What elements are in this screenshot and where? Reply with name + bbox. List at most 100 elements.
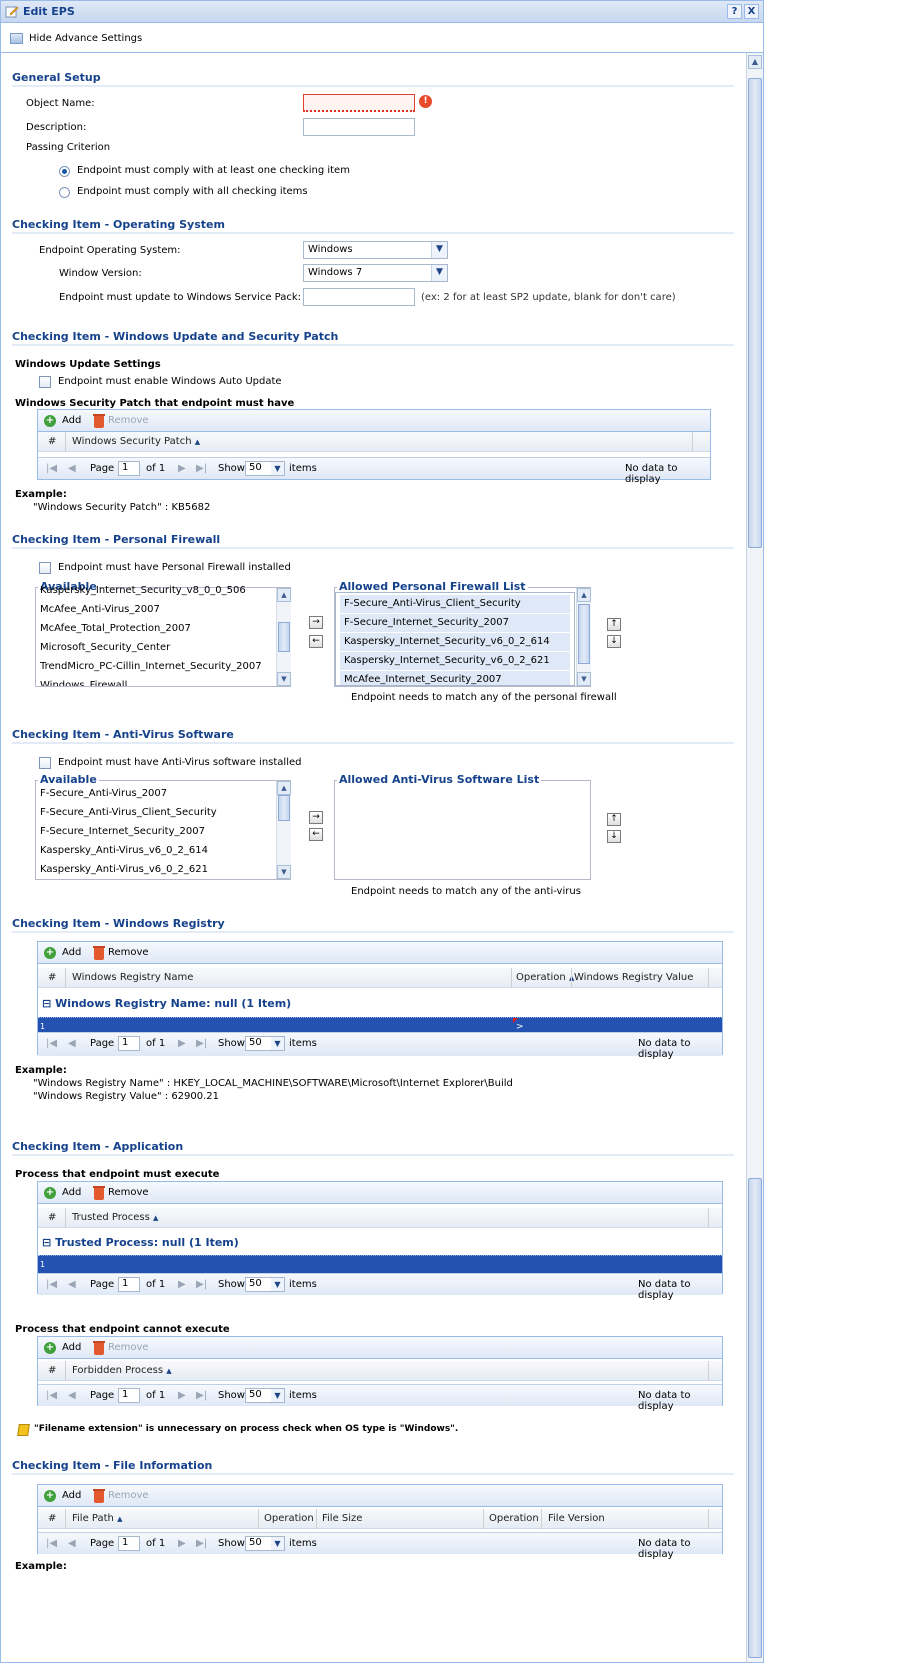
move-down-button[interactable]: ↓ [607,830,621,843]
list-item[interactable]: Kaspersky_Anti-Virus_v6_0_2_621 [36,861,276,879]
first-page-icon[interactable]: |◀ [46,1279,57,1290]
fw-available-list[interactable]: Kaspersky_Internet_Security_v8_0_0_506 Mc… [36,582,276,686]
registry-add-button[interactable]: Add [62,947,81,958]
prev-page-icon[interactable]: ◀ [68,1038,76,1049]
col-file-version[interactable]: File Version [548,1513,605,1524]
chevron-down-icon[interactable]: ▼ [431,265,447,281]
list-item[interactable]: McAfee_Internet_Security_2007 [340,671,570,685]
chevron-down-icon[interactable]: ▼ [271,1537,284,1550]
av-available-scrollbar[interactable]: ▲ ▼ [276,781,291,879]
col-trusted-process[interactable]: Trusted Process ▲ [72,1212,158,1223]
move-right-button[interactable]: → [309,811,323,824]
prev-page-icon[interactable]: ◀ [68,1279,76,1290]
chevron-down-icon[interactable]: ▼ [271,1278,284,1291]
move-left-button[interactable]: ← [309,828,323,841]
dialog-titlebar[interactable]: Edit EPS ? X [1,1,763,23]
last-page-icon[interactable]: ▶| [196,463,207,474]
col-registry-name[interactable]: Windows Registry Name [72,972,193,983]
collapse-icon[interactable]: ⊟ [42,997,51,1010]
col-operation-2[interactable]: Operation [489,1513,539,1524]
file-remove-button[interactable]: Remove [108,1490,149,1501]
hide-advance-settings-button[interactable]: Hide Advance Settings [29,33,142,44]
registry-remove-button[interactable]: Remove [108,947,149,958]
first-page-icon[interactable]: |◀ [46,463,57,474]
add-icon[interactable]: + [44,1490,56,1502]
add-icon[interactable]: + [44,415,56,427]
prev-page-icon[interactable]: ◀ [68,463,76,474]
prev-page-icon[interactable]: ◀ [68,1390,76,1401]
add-icon[interactable]: + [44,1342,56,1354]
prev-page-icon[interactable]: ◀ [68,1538,76,1549]
scrollbar-thumb[interactable] [748,78,762,548]
next-page-icon[interactable]: ▶ [178,1038,186,1049]
dialog-scrollbar[interactable]: ▲ [746,53,763,1662]
col-windows-security-patch[interactable]: Windows Security Patch ▲ [72,436,200,447]
list-item[interactable]: Kaspersky_Internet_Security_v6_0_2_614 [340,633,570,652]
first-page-icon[interactable]: |◀ [46,1390,57,1401]
col-file-size[interactable]: File Size [322,1513,362,1524]
move-down-button[interactable]: ↓ [607,635,621,648]
chevron-down-icon[interactable]: ▼ [271,1389,284,1402]
fw-available-scrollbar[interactable]: ▲ ▼ [276,588,291,686]
os-select[interactable]: Windows ▼ [303,241,448,259]
page-size-select[interactable]: 50 ▼ [245,1388,285,1403]
list-item[interactable]: Kaspersky_Internet_Security_v6_0_2_621 [340,652,570,671]
list-item[interactable]: F-Secure_Internet_Security_2007 [36,823,276,842]
scrollbar-thumb[interactable] [578,604,590,664]
scroll-down-icon[interactable]: ▼ [277,865,291,879]
list-item[interactable]: F-Secure_Anti-Virus_Client_Security [36,804,276,823]
chevron-down-icon[interactable]: ▼ [431,242,447,258]
trusted-group-header[interactable]: ⊟ Trusted Process: null (1 Item) [38,1232,722,1252]
move-right-button[interactable]: → [309,616,323,629]
chevron-down-icon[interactable]: ▼ [271,1037,284,1050]
scroll-down-icon[interactable]: ▼ [577,672,591,686]
fw-allowed-scrollbar[interactable]: ▲ ▼ [576,588,591,686]
col-forbidden-process[interactable]: Forbidden Process ▲ [72,1365,172,1376]
scroll-down-icon[interactable]: ▼ [277,672,291,686]
scrollbar-thumb-lower[interactable] [748,1178,762,1658]
forbidden-remove-button[interactable]: Remove [108,1342,149,1353]
service-pack-input[interactable] [303,288,415,306]
chevron-down-icon[interactable]: ▼ [271,462,284,475]
object-name-input[interactable] [303,94,415,112]
col-file-path[interactable]: File Path ▲ [72,1513,122,1524]
window-version-select[interactable]: Windows 7 ▼ [303,264,448,282]
page-number-input[interactable]: 1 [118,1036,140,1051]
next-page-icon[interactable]: ▶ [178,1538,186,1549]
page-number-input[interactable]: 1 [118,1277,140,1292]
page-number-input[interactable]: 1 [118,1388,140,1403]
page-size-select[interactable]: 50 ▼ [245,461,285,476]
add-icon[interactable]: + [44,1187,56,1199]
trusted-add-button[interactable]: Add [62,1187,81,1198]
settings-toggle-icon[interactable] [10,33,23,44]
move-up-button[interactable]: ↑ [607,618,621,631]
auto-update-checkbox[interactable] [39,376,51,388]
list-item[interactable]: Kaspersky_Internet_Security_v8_0_0_506 [36,582,276,601]
list-item[interactable]: TrendMicro_PC-Cillin_Internet_Security_2… [36,658,276,677]
close-button[interactable]: X [744,4,759,19]
antivirus-checkbox[interactable] [39,757,51,769]
scrollbar-thumb[interactable] [278,795,290,821]
av-available-list[interactable]: F-Secure_Anti-Virus_2007 F-Secure_Anti-Vi… [36,785,276,879]
help-button[interactable]: ? [727,4,742,19]
first-page-icon[interactable]: |◀ [46,1538,57,1549]
col-operation[interactable]: Operation ▲ [516,972,574,983]
page-number-input[interactable]: 1 [118,461,140,476]
list-item[interactable]: Kaspersky_Anti-Virus_v6_0_2_614 [36,842,276,861]
fw-allowed-list[interactable]: F-Secure_Anti-Virus_Client_Security F-Sec… [335,592,575,686]
page-size-select[interactable]: 50 ▼ [245,1536,285,1551]
col-operation-1[interactable]: Operation [264,1513,314,1524]
last-page-icon[interactable]: ▶| [196,1538,207,1549]
first-page-icon[interactable]: |◀ [46,1038,57,1049]
list-item[interactable]: F-Secure_Anti-Virus_2007 [36,785,276,804]
list-item[interactable]: McAfee_Total_Protection_2007 [36,620,276,639]
scroll-up-icon[interactable]: ▲ [748,55,762,69]
add-icon[interactable]: + [44,947,56,959]
trash-icon[interactable] [93,946,105,960]
scroll-up-icon[interactable]: ▲ [277,588,291,602]
page-number-input[interactable]: 1 [118,1536,140,1551]
next-page-icon[interactable]: ▶ [178,1279,186,1290]
radio-at-least-one[interactable] [59,166,70,177]
description-input[interactable] [303,118,415,136]
file-add-button[interactable]: Add [62,1490,81,1501]
